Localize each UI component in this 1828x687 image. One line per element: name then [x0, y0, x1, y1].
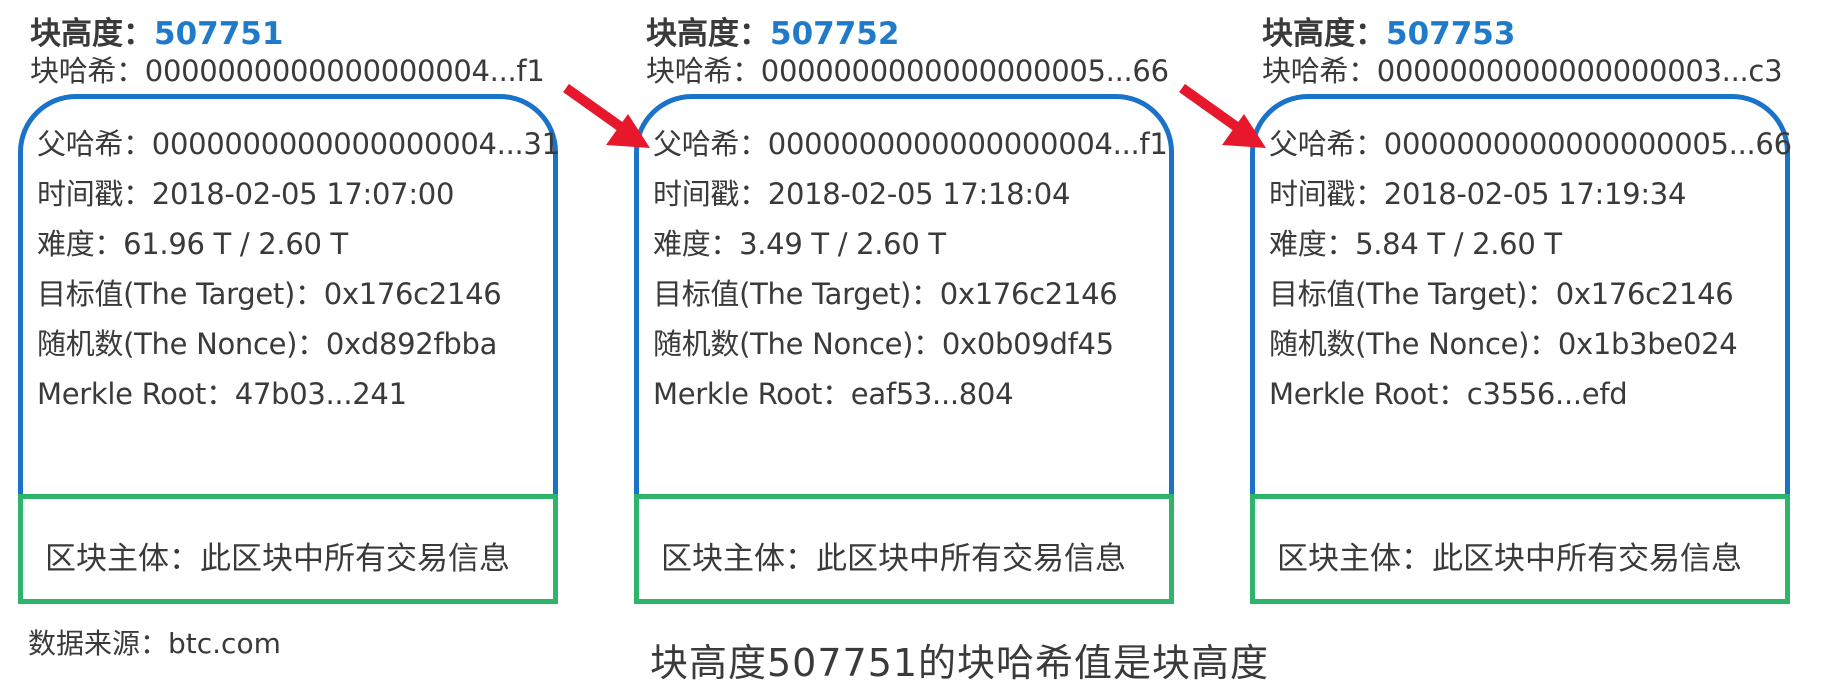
target: 目标值(The Target)：0x176c2146	[37, 277, 502, 311]
merkle-root: Merkle Root：47b03...241	[37, 377, 407, 411]
block-body-text: 区块主体：此区块中所有交易信息	[661, 541, 1126, 577]
block-header: 父哈希：0000000000000000005...66 时间戳：2018-02…	[1250, 94, 1792, 494]
difficulty: 难度：5.84 T / 2.60 T	[1269, 227, 1562, 261]
block-hash: 块哈希：0000000000000000004...f1	[30, 54, 545, 88]
block-body: 区块主体：此区块中所有交易信息	[1250, 494, 1790, 604]
block-body: 区块主体：此区块中所有交易信息	[634, 494, 1174, 604]
nonce: 随机数(The Nonce)：0x0b09df45	[653, 327, 1114, 361]
merkle-root: Merkle Root：c3556...efd	[1269, 377, 1628, 411]
difficulty: 难度：61.96 T / 2.60 T	[37, 227, 348, 261]
block-body-text: 区块主体：此区块中所有交易信息	[1277, 541, 1742, 577]
nonce: 随机数(The Nonce)：0xd892fbba	[37, 327, 498, 361]
timestamp: 时间戳：2018-02-05 17:19:34	[1269, 177, 1687, 211]
parent-hash: 父哈希：0000000000000000005...66	[1269, 127, 1792, 161]
timestamp: 时间戳：2018-02-05 17:07:00	[37, 177, 455, 211]
block-hash: 块哈希：0000000000000000003...c3	[1262, 54, 1783, 88]
block-header: 父哈希：0000000000000000004...f1 时间戳：2018-02…	[634, 94, 1174, 494]
block-body: 区块主体：此区块中所有交易信息	[18, 494, 558, 604]
target: 目标值(The Target)：0x176c2146	[653, 277, 1118, 311]
merkle-root: Merkle Root：eaf53...804	[653, 377, 1014, 411]
target: 目标值(The Target)：0x176c2146	[1269, 277, 1734, 311]
timestamp: 时间戳：2018-02-05 17:18:04	[653, 177, 1071, 211]
block-height: 块高度：507752	[646, 16, 900, 52]
parent-hash: 父哈希：0000000000000000004...31	[37, 127, 560, 161]
block-body-text: 区块主体：此区块中所有交易信息	[45, 541, 510, 577]
difficulty: 难度：3.49 T / 2.60 T	[653, 227, 946, 261]
block-header: 父哈希：0000000000000000004...31 时间戳：2018-02…	[18, 94, 560, 494]
block-height-value: 507753	[1386, 16, 1516, 52]
block-height-value: 507752	[770, 16, 900, 52]
block-hash: 块哈希：0000000000000000005...66	[646, 54, 1169, 88]
block-height-value: 507751	[154, 16, 284, 52]
parent-hash: 父哈希：0000000000000000004...f1	[653, 127, 1168, 161]
block-height: 块高度：507751	[30, 16, 284, 52]
nonce: 随机数(The Nonce)：0x1b3be024	[1269, 327, 1738, 361]
block-height: 块高度：507753	[1262, 16, 1516, 52]
data-source: 数据来源：btc.com	[28, 627, 281, 660]
